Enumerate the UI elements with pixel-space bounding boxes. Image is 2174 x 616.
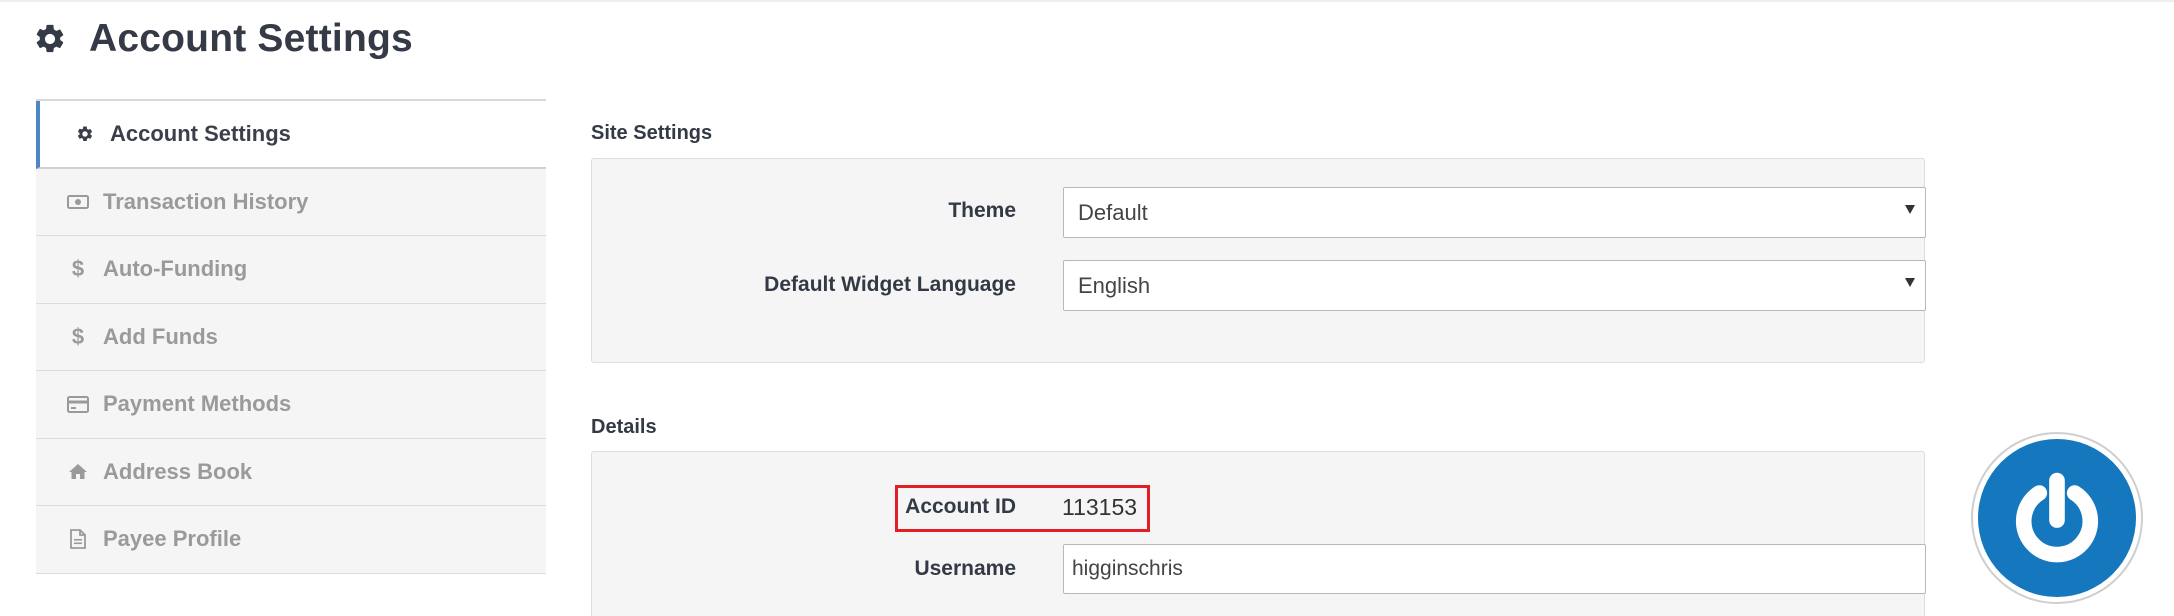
sidebar-item-label: Payment Methods xyxy=(103,391,292,417)
username-input[interactable] xyxy=(1063,544,1926,594)
floating-widget-button[interactable] xyxy=(1971,432,2143,604)
money-icon xyxy=(66,190,90,214)
username-label: Username xyxy=(914,557,1016,580)
theme-select-value: Default xyxy=(1078,199,1148,225)
sidebar-item-add-funds[interactable]: $ Add Funds xyxy=(36,303,546,371)
site-settings-title: Site Settings xyxy=(591,122,713,144)
sidebar-item-label: Payee Profile xyxy=(103,526,242,552)
settings-sidebar: Account Settings Transaction History $ A… xyxy=(36,99,546,574)
sidebar-item-payee-profile[interactable]: Payee Profile xyxy=(36,506,546,574)
sidebar-item-auto-funding[interactable]: $ Auto-Funding xyxy=(36,236,546,304)
sidebar-item-label: Add Funds xyxy=(103,323,218,349)
site-settings-panel: Theme Default Default Widget Language En… xyxy=(591,158,1926,363)
sidebar-item-label: Address Book xyxy=(103,458,253,484)
sidebar-item-label: Account Settings xyxy=(110,120,291,146)
credit-card-icon xyxy=(66,392,90,416)
account-id-value: 113153 xyxy=(1062,494,1138,520)
dollar-icon: $ xyxy=(71,323,85,349)
gear-icon xyxy=(33,22,67,56)
gear-icon xyxy=(73,122,97,146)
chevron-down-icon xyxy=(1905,205,1915,214)
sidebar-item-payment-methods[interactable]: Payment Methods xyxy=(36,371,546,439)
language-label: Default Widget Language xyxy=(764,273,1016,296)
details-title: Details xyxy=(591,416,657,438)
sidebar-item-account-settings[interactable]: Account Settings xyxy=(36,101,546,169)
sidebar-item-transaction-history[interactable]: Transaction History xyxy=(36,168,546,236)
sidebar-item-label: Auto-Funding xyxy=(103,256,248,282)
theme-select[interactable]: Default xyxy=(1063,187,1926,238)
details-panel: Account ID 113153 Username xyxy=(591,451,1926,616)
language-select[interactable]: English xyxy=(1063,260,1926,311)
theme-label: Theme xyxy=(948,199,1016,222)
sidebar-item-label: Transaction History xyxy=(103,188,309,214)
power-icon xyxy=(1978,439,2136,597)
top-border xyxy=(0,0,2174,2)
home-icon xyxy=(66,460,90,484)
language-select-value: English xyxy=(1078,272,1151,298)
chevron-down-icon xyxy=(1905,278,1915,287)
page-title: Account Settings xyxy=(89,17,413,60)
dollar-icon: $ xyxy=(71,256,85,282)
page-header: Account Settings xyxy=(33,14,413,64)
account-id-label: Account ID xyxy=(905,495,1016,518)
document-icon xyxy=(66,527,90,551)
sidebar-item-address-book[interactable]: Address Book xyxy=(36,438,546,506)
